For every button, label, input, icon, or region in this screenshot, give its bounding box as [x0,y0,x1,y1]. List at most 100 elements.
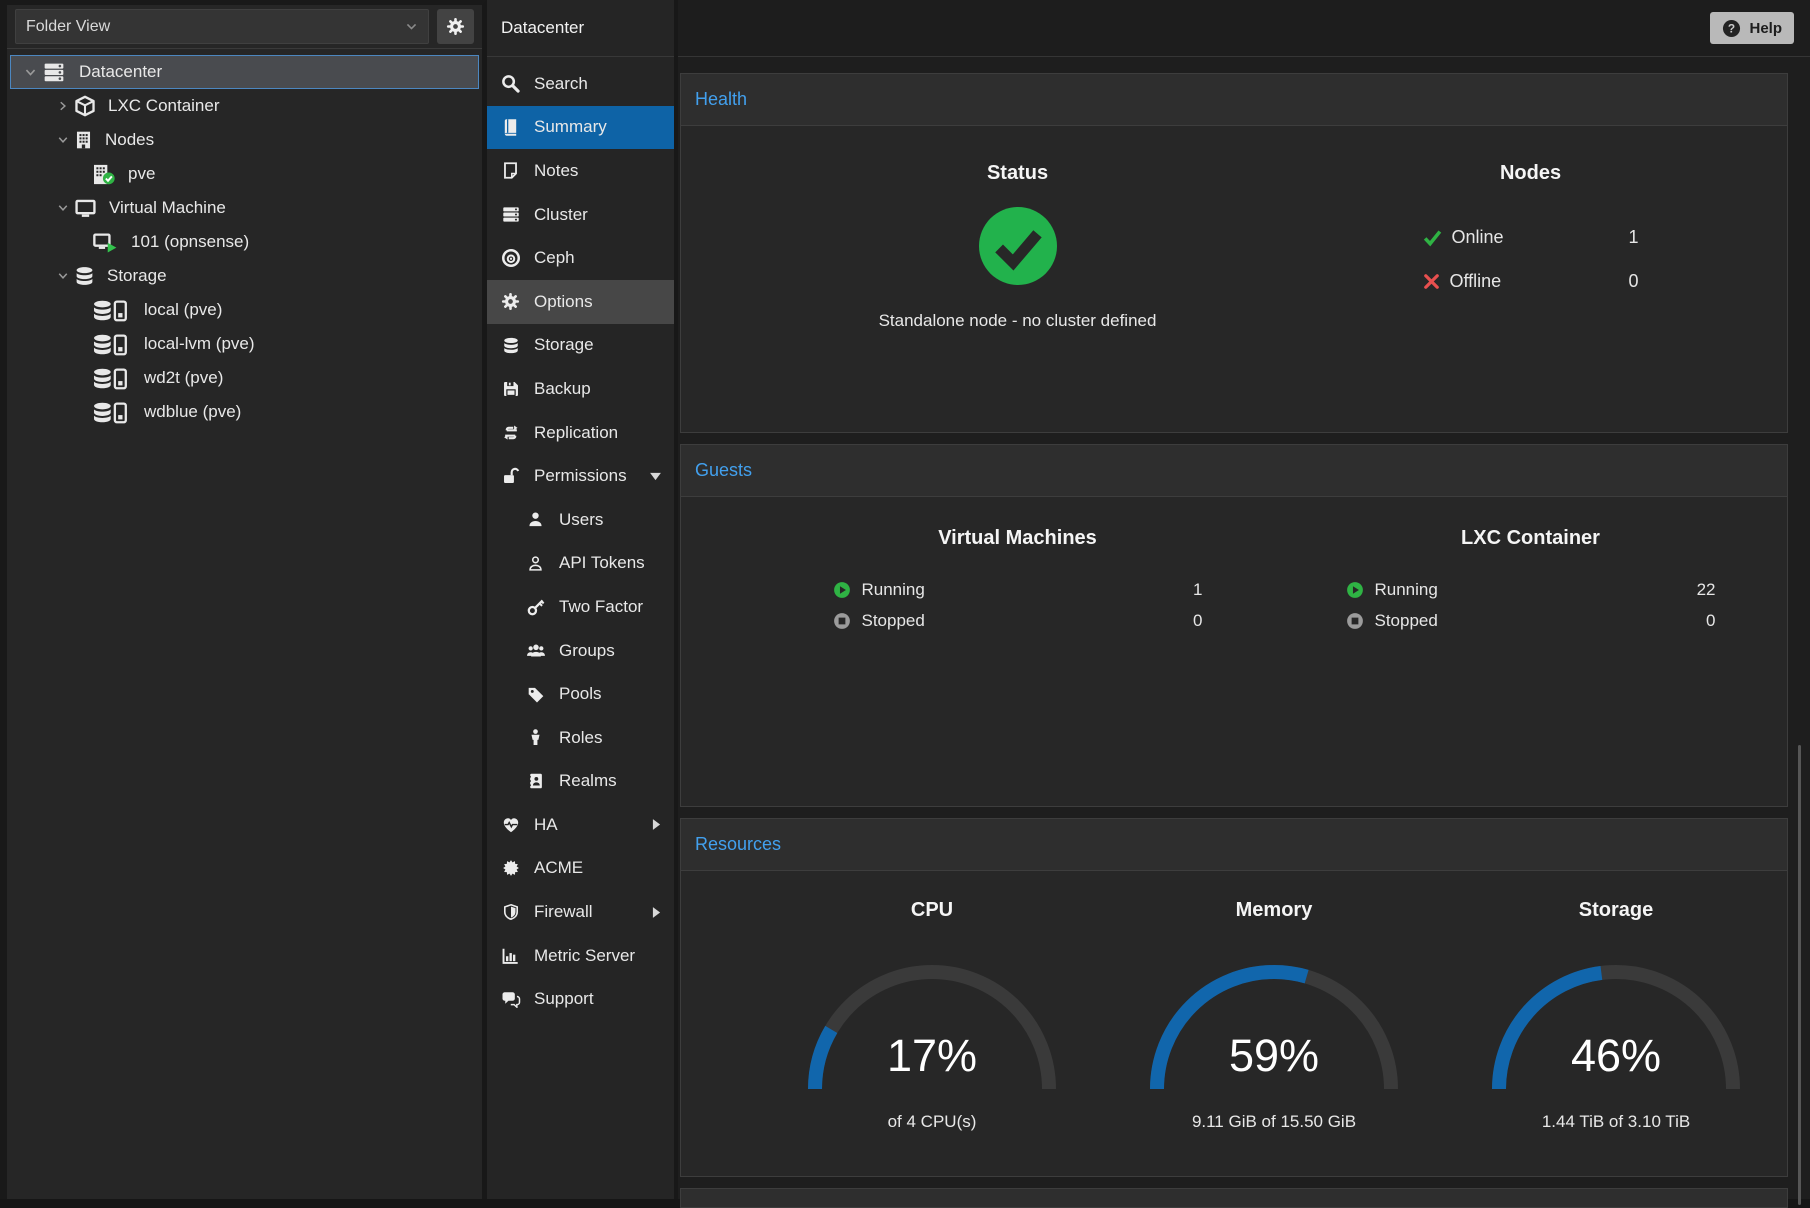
tree-item-pve[interactable]: pve [10,157,479,191]
vertical-scrollbar[interactable] [1798,745,1801,1205]
resources-panel-header[interactable]: Resources [681,819,1787,871]
vm-running-row: Running 1 [833,574,1203,605]
memory-gauge-column: Memory 59% 9.11 GiB of 15.50 GiB [1103,871,1445,1176]
monitor-icon [74,198,97,219]
cube-icon [74,95,96,117]
lxc-rows: Running 22 Stopped 0 [1346,574,1716,636]
tree-item-storage-local[interactable]: local (pve) [10,293,479,327]
nav-item-permissions[interactable]: Permissions [487,454,674,498]
chevron-right-icon[interactable] [57,100,74,112]
nav-item-notes[interactable]: Notes [487,149,674,193]
resources-panel-title: Resources [695,834,781,855]
monitor-play-icon [92,232,119,253]
datacenter-nav: Datacenter Search Summary Notes [487,0,678,1199]
heartbeat-icon [500,816,521,834]
nav-item-label: Backup [534,379,591,399]
nodes-online-value: 1 [1628,227,1638,248]
resources-panel-body: CPU 17% of 4 CPU(s) Memory [681,871,1787,1176]
nav-item-realms[interactable]: Realms [487,760,674,804]
view-selector[interactable]: Folder View [15,9,429,44]
tree-item-label: Storage [107,266,167,286]
user-outline-icon [525,555,546,572]
nav-item-options[interactable]: Options [487,280,674,324]
nav-item-label: Replication [534,423,618,443]
caret-right-icon [652,907,661,918]
chevron-down-icon[interactable] [24,66,41,79]
health-panel: Health Status Standalone node - no clust… [680,73,1788,433]
guests-lxc-column: LXC Container Running 22 [1274,497,1787,806]
chevron-down-icon[interactable] [57,270,74,282]
tree-item-lxc-container[interactable]: LXC Container [10,89,479,123]
tree-item-storage-local-lvm[interactable]: local-lvm (pve) [10,327,479,361]
nav-item-two-factor[interactable]: Two Factor [487,585,674,629]
cpu-gauge-column: CPU 17% of 4 CPU(s) [761,871,1103,1176]
health-panel-body: Status Standalone node - no cluster defi… [681,126,1787,432]
help-button[interactable]: ? Help [1710,12,1794,44]
tree-item-storage-wdblue[interactable]: wdblue (pve) [10,395,479,429]
tree-item-storage[interactable]: Storage [10,259,479,293]
chevron-down-icon[interactable] [57,202,74,214]
tree-item-label: local-lvm (pve) [144,334,255,354]
tree-settings-button[interactable] [437,9,474,44]
nav-item-pools[interactable]: Pools [487,672,674,716]
replication-icon [500,424,521,442]
tree-item-label: pve [128,164,155,184]
nav-item-support[interactable]: Support [487,977,674,1021]
unlock-icon [500,467,521,485]
memory-heading: Memory [1236,899,1313,922]
nav-item-label: ACME [534,858,583,878]
tree-item-nodes[interactable]: Nodes [10,123,479,157]
nav-item-summary[interactable]: Summary [487,106,674,150]
nav-item-roles[interactable]: Roles [487,716,674,760]
vm-stopped-value: 0 [1193,611,1202,631]
nav-item-label: Search [534,74,588,94]
nav-item-ha[interactable]: HA [487,803,674,847]
nav-item-search[interactable]: Search [487,62,674,106]
content-topbar: ? Help [678,0,1810,57]
nav-item-replication[interactable]: Replication [487,411,674,455]
nav-item-label: Realms [559,771,617,791]
tree-item-virtual-machine[interactable]: Virtual Machine [10,191,479,225]
nav-item-metric-server[interactable]: Metric Server [487,934,674,978]
user-icon [525,511,546,528]
stop-circle-icon [833,612,851,630]
resources-panel: Resources CPU 17% of 4 CPU(s) [680,818,1788,1177]
view-selector-value: Folder View [26,18,110,36]
proxmox-app: Folder View [0,0,1810,1199]
database-icon [74,265,95,287]
caret-down-icon [650,472,661,481]
nav-item-api-tokens[interactable]: API Tokens [487,542,674,586]
resource-tree: Datacenter LXC Container [7,49,482,429]
nav-item-users[interactable]: Users [487,498,674,542]
nav-item-storage[interactable]: Storage [487,324,674,368]
certificate-icon [500,859,521,877]
floppy-icon [500,380,521,398]
gear-icon [500,292,521,311]
stop-circle-icon [1346,612,1364,630]
health-panel-header[interactable]: Health [681,74,1787,126]
tree-item-storage-wd2t[interactable]: wd2t (pve) [10,361,479,395]
nav-item-firewall[interactable]: Firewall [487,890,674,934]
nav-item-label: API Tokens [559,553,645,573]
comments-icon [500,991,521,1008]
check-icon [1423,228,1442,247]
memory-gauge: 59% [1144,956,1404,1096]
ceph-icon [500,248,521,268]
shield-icon [500,903,521,921]
chevron-down-icon[interactable] [57,134,74,146]
nav-item-groups[interactable]: Groups [487,629,674,673]
nav-item-cluster[interactable]: Cluster [487,193,674,237]
guests-panel-header[interactable]: Guests [681,445,1787,497]
tree-item-vm-101[interactable]: 101 (opnsense) [10,225,479,259]
note-icon [500,161,521,180]
nav-item-acme[interactable]: ACME [487,847,674,891]
nav-item-ceph[interactable]: Ceph [487,236,674,280]
svg-text:?: ? [1728,21,1735,35]
main-content: ? Help Health Status Standalone node [678,0,1810,1199]
nodes-rows: Online 1 Offline 0 [1423,215,1639,303]
storage-heading: Storage [1579,899,1653,922]
tree-item-datacenter[interactable]: Datacenter [10,55,479,89]
cpu-heading: CPU [911,899,953,922]
building-icon [74,129,93,151]
nav-item-backup[interactable]: Backup [487,367,674,411]
